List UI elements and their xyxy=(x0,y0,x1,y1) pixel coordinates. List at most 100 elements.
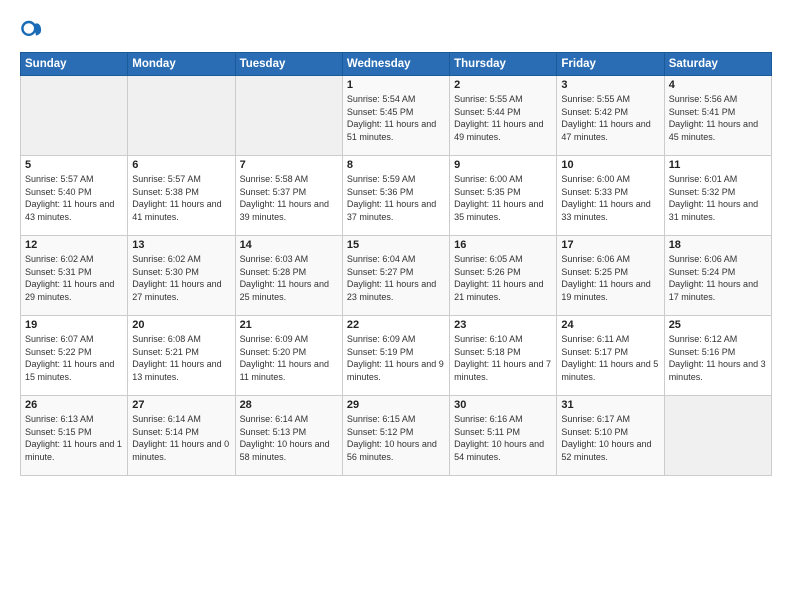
cell-day-number: 21 xyxy=(240,319,338,331)
calendar-week-3: 12 Sunrise: 6:02 AM Sunset: 5:31 PM Dayli… xyxy=(21,236,772,316)
header-row: SundayMondayTuesdayWednesdayThursdayFrid… xyxy=(21,53,772,76)
calendar-cell: 10 Sunrise: 6:00 AM Sunset: 5:33 PM Dayli… xyxy=(557,156,664,236)
cell-day-number: 14 xyxy=(240,239,338,251)
day-header-sunday: Sunday xyxy=(21,53,128,76)
calendar-cell: 1 Sunrise: 5:54 AM Sunset: 5:45 PM Daylig… xyxy=(342,76,449,156)
cell-day-number: 2 xyxy=(454,79,552,91)
calendar-week-4: 19Sunrise: 6:07 AM Sunset: 5:22 PM Dayli… xyxy=(21,316,772,396)
calendar-cell: 28Sunrise: 6:14 AM Sunset: 5:13 PM Dayli… xyxy=(235,396,342,476)
cell-info: Sunrise: 6:01 AM Sunset: 5:32 PM Dayligh… xyxy=(669,173,767,223)
cell-day-number: 18 xyxy=(669,239,767,251)
calendar-cell: 3 Sunrise: 5:55 AM Sunset: 5:42 PM Daylig… xyxy=(557,76,664,156)
calendar-cell: 5 Sunrise: 5:57 AM Sunset: 5:40 PM Daylig… xyxy=(21,156,128,236)
cell-day-number: 23 xyxy=(454,319,552,331)
cell-info: Sunrise: 6:00 AM Sunset: 5:35 PM Dayligh… xyxy=(454,173,552,223)
cell-day-number: 26 xyxy=(25,399,123,411)
cell-day-number: 7 xyxy=(240,159,338,171)
cell-info: Sunrise: 6:00 AM Sunset: 5:33 PM Dayligh… xyxy=(561,173,659,223)
cell-day-number: 25 xyxy=(669,319,767,331)
cell-info: Sunrise: 5:59 AM Sunset: 5:36 PM Dayligh… xyxy=(347,173,445,223)
cell-day-number: 3 xyxy=(561,79,659,91)
calendar-cell: 17 Sunrise: 6:06 AM Sunset: 5:25 PM Dayli… xyxy=(557,236,664,316)
cell-day-number: 16 xyxy=(454,239,552,251)
calendar-cell xyxy=(21,76,128,156)
calendar-cell: 11Sunrise: 6:01 AM Sunset: 5:32 PM Dayli… xyxy=(664,156,771,236)
cell-day-number: 15 xyxy=(347,239,445,251)
cell-day-number: 5 xyxy=(25,159,123,171)
day-header-friday: Friday xyxy=(557,53,664,76)
calendar-cell: 7 Sunrise: 5:58 AM Sunset: 5:37 PM Daylig… xyxy=(235,156,342,236)
cell-day-number: 1 xyxy=(347,79,445,91)
calendar-week-1: 1 Sunrise: 5:54 AM Sunset: 5:45 PM Daylig… xyxy=(21,76,772,156)
cell-info: Sunrise: 6:17 AM Sunset: 5:10 PM Dayligh… xyxy=(561,413,659,463)
cell-info: Sunrise: 5:58 AM Sunset: 5:37 PM Dayligh… xyxy=(240,173,338,223)
cell-day-number: 20 xyxy=(132,319,230,331)
cell-day-number: 4 xyxy=(669,79,767,91)
cell-info: Sunrise: 6:06 AM Sunset: 5:24 PM Dayligh… xyxy=(669,253,767,303)
cell-info: Sunrise: 6:14 AM Sunset: 5:14 PM Dayligh… xyxy=(132,413,230,463)
cell-info: Sunrise: 5:54 AM Sunset: 5:45 PM Dayligh… xyxy=(347,93,445,143)
cell-day-number: 8 xyxy=(347,159,445,171)
cell-day-number: 9 xyxy=(454,159,552,171)
cell-day-number: 17 xyxy=(561,239,659,251)
calendar-week-2: 5 Sunrise: 5:57 AM Sunset: 5:40 PM Daylig… xyxy=(21,156,772,236)
calendar-cell xyxy=(128,76,235,156)
cell-info: Sunrise: 6:04 AM Sunset: 5:27 PM Dayligh… xyxy=(347,253,445,303)
calendar-cell: 24 Sunrise: 6:11 AM Sunset: 5:17 PM Dayli… xyxy=(557,316,664,396)
calendar-week-5: 26Sunrise: 6:13 AM Sunset: 5:15 PM Dayli… xyxy=(21,396,772,476)
calendar-cell: 8 Sunrise: 5:59 AM Sunset: 5:36 PM Daylig… xyxy=(342,156,449,236)
calendar-cell: 14 Sunrise: 6:03 AM Sunset: 5:28 PM Dayli… xyxy=(235,236,342,316)
calendar-cell: 21 Sunrise: 6:09 AM Sunset: 5:20 PM Dayli… xyxy=(235,316,342,396)
cell-info: Sunrise: 6:11 AM Sunset: 5:17 PM Dayligh… xyxy=(561,333,659,383)
cell-info: Sunrise: 6:07 AM Sunset: 5:22 PM Dayligh… xyxy=(25,333,123,383)
logo xyxy=(20,18,48,42)
calendar-cell: 25 Sunrise: 6:12 AM Sunset: 5:16 PM Dayli… xyxy=(664,316,771,396)
cell-day-number: 13 xyxy=(132,239,230,251)
cell-day-number: 28 xyxy=(240,399,338,411)
day-header-monday: Monday xyxy=(128,53,235,76)
calendar-cell: 27 Sunrise: 6:14 AM Sunset: 5:14 PM Dayli… xyxy=(128,396,235,476)
day-header-thursday: Thursday xyxy=(450,53,557,76)
calendar-cell: 18 Sunrise: 6:06 AM Sunset: 5:24 PM Dayli… xyxy=(664,236,771,316)
calendar-cell: 4 Sunrise: 5:56 AM Sunset: 5:41 PM Daylig… xyxy=(664,76,771,156)
cell-day-number: 12 xyxy=(25,239,123,251)
calendar-cell: 29Sunrise: 6:15 AM Sunset: 5:12 PM Dayli… xyxy=(342,396,449,476)
calendar-cell: 15 Sunrise: 6:04 AM Sunset: 5:27 PM Dayli… xyxy=(342,236,449,316)
calendar-cell xyxy=(235,76,342,156)
cell-info: Sunrise: 5:56 AM Sunset: 5:41 PM Dayligh… xyxy=(669,93,767,143)
cell-day-number: 22 xyxy=(347,319,445,331)
cell-info: Sunrise: 6:02 AM Sunset: 5:31 PM Dayligh… xyxy=(25,253,123,303)
day-header-saturday: Saturday xyxy=(664,53,771,76)
cell-info: Sunrise: 6:09 AM Sunset: 5:20 PM Dayligh… xyxy=(240,333,338,383)
calendar-body: 1 Sunrise: 5:54 AM Sunset: 5:45 PM Daylig… xyxy=(21,76,772,476)
cell-info: Sunrise: 5:57 AM Sunset: 5:40 PM Dayligh… xyxy=(25,173,123,223)
calendar-header: SundayMondayTuesdayWednesdayThursdayFrid… xyxy=(21,53,772,76)
calendar-cell: 13 Sunrise: 6:02 AM Sunset: 5:30 PM Dayli… xyxy=(128,236,235,316)
cell-day-number: 31 xyxy=(561,399,659,411)
cell-day-number: 30 xyxy=(454,399,552,411)
header xyxy=(20,18,772,42)
cell-info: Sunrise: 6:10 AM Sunset: 5:18 PM Dayligh… xyxy=(454,333,552,383)
cell-info: Sunrise: 5:55 AM Sunset: 5:42 PM Dayligh… xyxy=(561,93,659,143)
cell-info: Sunrise: 6:16 AM Sunset: 5:11 PM Dayligh… xyxy=(454,413,552,463)
cell-info: Sunrise: 6:02 AM Sunset: 5:30 PM Dayligh… xyxy=(132,253,230,303)
cell-day-number: 24 xyxy=(561,319,659,331)
day-header-tuesday: Tuesday xyxy=(235,53,342,76)
cell-info: Sunrise: 6:12 AM Sunset: 5:16 PM Dayligh… xyxy=(669,333,767,383)
cell-day-number: 6 xyxy=(132,159,230,171)
calendar-cell: 12 Sunrise: 6:02 AM Sunset: 5:31 PM Dayli… xyxy=(21,236,128,316)
calendar-page: SundayMondayTuesdayWednesdayThursdayFrid… xyxy=(0,0,792,612)
calendar-cell xyxy=(664,396,771,476)
calendar-cell: 31 Sunrise: 6:17 AM Sunset: 5:10 PM Dayli… xyxy=(557,396,664,476)
calendar-cell: 6 Sunrise: 5:57 AM Sunset: 5:38 PM Daylig… xyxy=(128,156,235,236)
cell-day-number: 29 xyxy=(347,399,445,411)
cell-day-number: 27 xyxy=(132,399,230,411)
cell-day-number: 10 xyxy=(561,159,659,171)
cell-info: Sunrise: 6:03 AM Sunset: 5:28 PM Dayligh… xyxy=(240,253,338,303)
calendar-table: SundayMondayTuesdayWednesdayThursdayFrid… xyxy=(20,52,772,476)
calendar-cell: 22Sunrise: 6:09 AM Sunset: 5:19 PM Dayli… xyxy=(342,316,449,396)
cell-info: Sunrise: 5:57 AM Sunset: 5:38 PM Dayligh… xyxy=(132,173,230,223)
calendar-cell: 19Sunrise: 6:07 AM Sunset: 5:22 PM Dayli… xyxy=(21,316,128,396)
calendar-cell: 9 Sunrise: 6:00 AM Sunset: 5:35 PM Daylig… xyxy=(450,156,557,236)
cell-info: Sunrise: 6:06 AM Sunset: 5:25 PM Dayligh… xyxy=(561,253,659,303)
